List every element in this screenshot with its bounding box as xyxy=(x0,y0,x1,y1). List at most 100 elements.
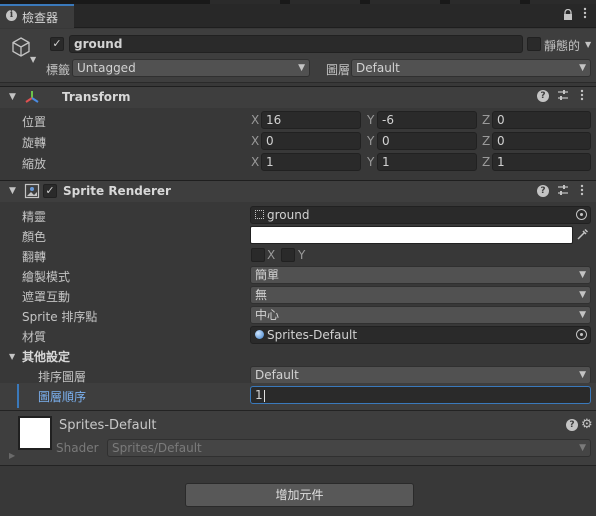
sprite-renderer-icon xyxy=(24,183,40,202)
static-checkbox[interactable] xyxy=(527,37,541,51)
axis-z-label[interactable]: Z xyxy=(482,155,490,169)
sorting-layer-dropdown[interactable]: Default ▼ xyxy=(250,366,591,384)
position-y-input[interactable]: -6 xyxy=(377,111,477,129)
rotation-label: 旋轉 xyxy=(22,136,47,150)
sort-point-dropdown[interactable]: 中心 ▼ xyxy=(250,306,591,324)
info-icon: i xyxy=(6,10,17,21)
sort-point-value: 中心 xyxy=(255,308,280,322)
more-options-icon[interactable] xyxy=(580,89,584,104)
static-dropdown-icon[interactable]: ▼ xyxy=(585,40,591,49)
shader-value: Sprites/Default xyxy=(112,441,202,455)
help-icon[interactable]: ? xyxy=(537,90,549,102)
chevron-down-icon: ▼ xyxy=(298,63,305,73)
foldout-arrow-icon[interactable]: ▼ xyxy=(9,92,16,102)
axis-x-label[interactable]: X xyxy=(251,134,259,148)
chevron-down-icon: ▼ xyxy=(579,310,586,320)
sprite-value: ground xyxy=(267,208,310,222)
foldout-arrow-icon[interactable]: ▼ xyxy=(9,352,15,361)
sprite-renderer-enabled-checkbox[interactable]: ✓ xyxy=(43,184,57,198)
lock-icon[interactable] xyxy=(563,8,573,24)
scale-y-input[interactable]: 1 xyxy=(377,153,477,171)
scale-x-input[interactable]: 1 xyxy=(261,153,361,171)
mask-interaction-dropdown[interactable]: 無 ▼ xyxy=(250,286,591,304)
static-label: 靜態的 xyxy=(544,39,581,53)
icon-dropdown-icon[interactable]: ▼ xyxy=(30,55,36,64)
object-name-input[interactable]: ground xyxy=(69,35,523,53)
axis-y-label[interactable]: Y xyxy=(367,155,374,169)
text-caret xyxy=(263,389,265,402)
help-icon[interactable]: ? xyxy=(537,185,549,197)
color-label: 顏色 xyxy=(22,230,47,244)
gear-icon[interactable]: ⚙ xyxy=(581,417,593,432)
sorting-layer-value: Default xyxy=(255,368,299,382)
rotation-y-input[interactable]: 0 xyxy=(377,132,477,150)
preset-icon[interactable] xyxy=(557,89,569,104)
tag-label: 標籤 xyxy=(46,63,71,77)
shader-dropdown[interactable]: Sprites/Default ▼ xyxy=(107,439,591,457)
position-z-input[interactable]: 0 xyxy=(492,111,591,129)
material-name: Sprites-Default xyxy=(59,418,157,433)
draw-mode-dropdown[interactable]: 簡單 ▼ xyxy=(250,266,591,284)
layer-label: 圖層 xyxy=(326,63,351,77)
chevron-down-icon: ▼ xyxy=(579,370,586,380)
foldout-arrow-icon[interactable]: ▶ xyxy=(9,451,15,460)
draw-mode-value: 簡單 xyxy=(255,268,280,282)
order-in-layer-value: 1 xyxy=(255,388,263,402)
flip-x-label: X xyxy=(267,248,276,262)
material-object-field[interactable]: Sprites-Default xyxy=(250,326,591,344)
layer-dropdown[interactable]: Default ▼ xyxy=(351,59,591,77)
flip-label: 翻轉 xyxy=(22,250,47,264)
flip-y-checkbox[interactable] xyxy=(281,248,295,262)
position-label: 位置 xyxy=(22,115,47,129)
axis-z-label[interactable]: Z xyxy=(482,113,490,127)
axis-x-label[interactable]: X xyxy=(251,155,259,169)
tab-bar xyxy=(0,4,596,28)
order-in-layer-input[interactable]: 1 xyxy=(250,386,591,404)
sprite-object-field[interactable]: ground xyxy=(250,206,591,224)
tab-label: 檢查器 xyxy=(22,11,59,25)
chevron-down-icon: ▼ xyxy=(579,290,586,300)
position-x-input[interactable]: 16 xyxy=(261,111,361,129)
rotation-z-input[interactable]: 0 xyxy=(492,132,591,150)
help-icon[interactable]: ? xyxy=(566,419,578,431)
material-value: Sprites-Default xyxy=(267,328,358,342)
tab-inspector[interactable]: i 檢查器 xyxy=(0,4,74,28)
flip-y-label: Y xyxy=(298,248,306,262)
chevron-down-icon: ▼ xyxy=(579,270,586,280)
more-options-icon[interactable] xyxy=(580,184,584,199)
object-picker-icon[interactable] xyxy=(576,329,587,340)
object-picker-icon[interactable] xyxy=(576,209,587,220)
flip-x-checkbox[interactable] xyxy=(251,248,265,262)
layer-value: Default xyxy=(356,61,400,75)
axis-y-label[interactable]: Y xyxy=(367,113,374,127)
additional-settings-label[interactable]: 其他設定 xyxy=(22,348,70,365)
preset-icon[interactable] xyxy=(557,184,569,199)
add-component-button[interactable]: 增加元件 xyxy=(185,483,414,507)
color-swatch[interactable] xyxy=(250,226,573,244)
foldout-arrow-icon[interactable]: ▼ xyxy=(9,186,16,196)
draw-mode-label: 繪製模式 xyxy=(22,270,71,284)
sprite-renderer-title: Sprite Renderer xyxy=(63,184,171,198)
chevron-down-icon: ▼ xyxy=(579,63,586,73)
active-checkbox[interactable]: ✓ xyxy=(50,37,64,51)
eyedropper-icon[interactable] xyxy=(576,228,589,244)
axis-x-label[interactable]: X xyxy=(251,113,259,127)
shader-label: Shader xyxy=(56,441,99,455)
tag-value: Untagged xyxy=(77,61,136,75)
sprite-icon xyxy=(255,210,264,219)
focus-indicator xyxy=(17,384,19,408)
tag-dropdown[interactable]: Untagged ▼ xyxy=(72,59,310,77)
scale-z-input[interactable]: 1 xyxy=(492,153,591,171)
order-in-layer-label: 圖層順序 xyxy=(38,390,87,404)
chevron-down-icon: ▼ xyxy=(579,443,586,453)
mask-interaction-value: 無 xyxy=(255,288,268,302)
scale-label: 縮放 xyxy=(22,157,47,171)
sort-point-label: Sprite 排序點 xyxy=(22,310,98,324)
transform-axes-icon xyxy=(24,89,40,108)
more-options-icon[interactable] xyxy=(583,7,587,21)
axis-y-label[interactable]: Y xyxy=(367,134,374,148)
axis-z-label[interactable]: Z xyxy=(482,134,490,148)
material-icon xyxy=(255,330,264,339)
rotation-x-input[interactable]: 0 xyxy=(261,132,361,150)
material-thumbnail xyxy=(18,416,52,450)
